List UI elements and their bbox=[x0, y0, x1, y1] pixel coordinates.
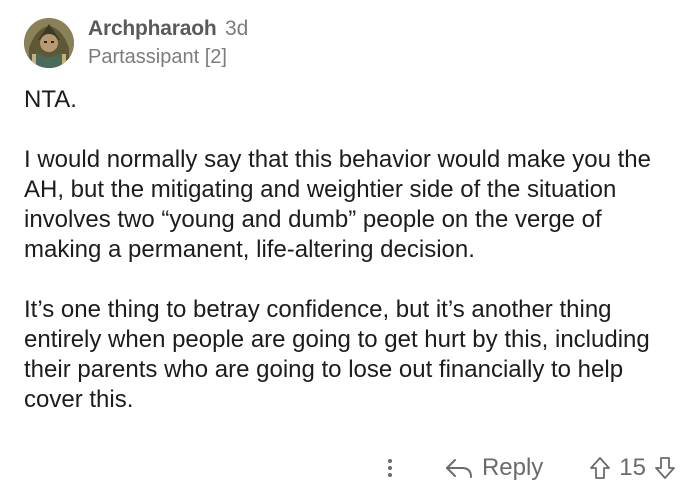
comment-paragraph: I would normally say that this behavior … bbox=[24, 146, 651, 263]
comment-paragraph: It’s one thing to betray confidence, but… bbox=[24, 296, 650, 413]
comment-paragraph: NTA. bbox=[24, 86, 77, 113]
comment-age: 3d bbox=[224, 17, 249, 40]
comment-actions: Reply 15 bbox=[380, 448, 676, 488]
avatar-image bbox=[24, 18, 74, 68]
more-dot bbox=[387, 459, 392, 463]
reply-button[interactable]: Reply bbox=[444, 454, 543, 482]
reply-label: Reply bbox=[481, 454, 544, 481]
arrow-down-icon bbox=[655, 457, 675, 479]
more-vertical-icon[interactable] bbox=[380, 459, 400, 477]
vote-score: 15 bbox=[619, 454, 646, 481]
comment-meta: Archpharaoh 3d Partassipant [2] bbox=[88, 16, 248, 70]
more-dot bbox=[387, 473, 392, 477]
vote-controls: 15 bbox=[589, 454, 676, 482]
author-row: Archpharaoh 3d bbox=[88, 16, 248, 44]
comment: Archpharaoh 3d Partassipant [2] NTA. I w… bbox=[0, 0, 700, 496]
user-flair: Partassipant [2] bbox=[88, 46, 227, 68]
reply-arrow-icon bbox=[445, 459, 472, 478]
author-name[interactable]: Archpharaoh bbox=[88, 17, 217, 40]
downvote-button[interactable] bbox=[654, 456, 676, 480]
upvote-button[interactable] bbox=[589, 456, 611, 480]
arrow-up-icon bbox=[590, 457, 611, 479]
user-avatar[interactable] bbox=[24, 18, 74, 68]
comment-body: NTA. I would normally say that this beha… bbox=[24, 85, 684, 415]
more-dot bbox=[387, 466, 392, 470]
